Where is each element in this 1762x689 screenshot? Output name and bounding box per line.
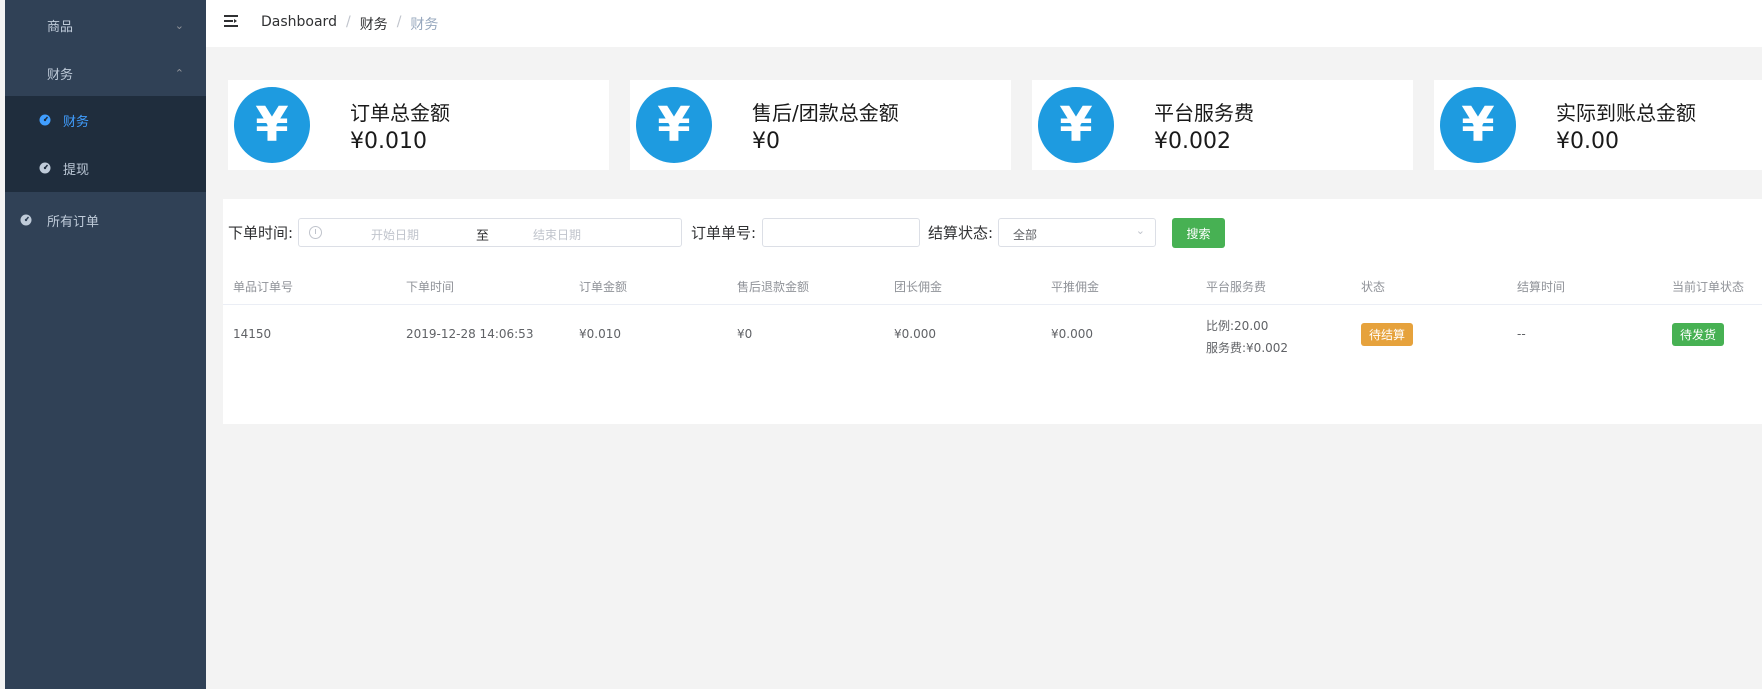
cell-order-no: 14150 bbox=[233, 327, 272, 341]
date-range-picker[interactable]: 开始日期 至 结束日期 bbox=[298, 218, 682, 247]
breadcrumb-finance[interactable]: 财务 bbox=[360, 14, 388, 34]
order-no-input[interactable] bbox=[762, 218, 920, 247]
yen-icon: ¥ bbox=[1440, 87, 1516, 163]
status-badge: 待结算 bbox=[1361, 323, 1414, 346]
dashboard-icon bbox=[39, 114, 51, 126]
column-header: 订单金额 bbox=[579, 280, 628, 294]
stat-card-value: ¥0.00 bbox=[1556, 129, 1619, 154]
breadcrumb-current: 财务 bbox=[410, 17, 439, 33]
table-divider bbox=[223, 304, 1762, 305]
cell-fee-ratio: 比例:20.00 bbox=[1206, 319, 1269, 333]
finance-table-panel: 下单时间: 开始日期 至 结束日期 订单单号: 结算状态: 全部 ⌄ 搜索 单品… bbox=[223, 199, 1762, 424]
column-header: 售后退款金额 bbox=[737, 280, 810, 294]
clock-icon bbox=[309, 226, 322, 239]
cell-leader-commission: ¥0.000 bbox=[894, 327, 936, 341]
chevron-down-icon: ⌄ bbox=[1135, 224, 1145, 237]
sidebar-item-finance-sub[interactable]: 财务 bbox=[5, 96, 206, 144]
column-header: 结算时间 bbox=[1517, 280, 1566, 294]
settle-status-label: 结算状态: bbox=[928, 224, 994, 242]
column-header: 平推佣金 bbox=[1051, 280, 1100, 294]
cell-push-commission: ¥0.000 bbox=[1051, 327, 1093, 341]
column-header: 平台服务费 bbox=[1206, 280, 1267, 294]
cell-settle-time: -- bbox=[1517, 327, 1526, 341]
stat-card-title: 售后/团款总金额 bbox=[752, 101, 899, 125]
dashboard-icon bbox=[20, 214, 32, 226]
column-header: 单品订单号 bbox=[233, 280, 294, 294]
finance-submenu: 财务 提现 bbox=[5, 96, 206, 192]
start-date-input[interactable]: 开始日期 bbox=[371, 226, 419, 243]
stat-card-platform-fee: ¥ 平台服务费 ¥0.002 bbox=[1032, 80, 1413, 170]
sidebar-item-label: 财务 bbox=[47, 67, 74, 83]
breadcrumb-dashboard[interactable]: Dashboard bbox=[261, 14, 337, 34]
breadcrumb: Dashboard / 财务 / 财务 bbox=[261, 14, 438, 34]
column-header: 下单时间 bbox=[406, 280, 455, 294]
end-date-input[interactable]: 结束日期 bbox=[533, 226, 581, 243]
yen-icon: ¥ bbox=[1038, 87, 1114, 163]
stat-card-order-total: ¥ 订单总金额 ¥0.010 bbox=[228, 80, 609, 170]
dashboard-icon bbox=[39, 162, 51, 174]
column-header: 团长佣金 bbox=[894, 280, 943, 294]
order-status-badge: 待发货 bbox=[1672, 323, 1725, 346]
cell-amount: ¥0.010 bbox=[579, 327, 621, 341]
stat-card-refund-total: ¥ 售后/团款总金额 ¥0 bbox=[630, 80, 1011, 170]
stat-card-value: ¥0.010 bbox=[350, 129, 427, 154]
cell-fee-amount: 服务费:¥0.002 bbox=[1206, 341, 1289, 355]
app-root: 商品 ⌄ 财务 ⌃ 财务 提现 所有订单 Dashboard / 财务 / 财务… bbox=[0, 0, 1762, 689]
settle-status-select[interactable]: 全部 ⌄ bbox=[998, 218, 1156, 247]
cell-refund: ¥0 bbox=[737, 327, 753, 341]
yen-icon: ¥ bbox=[234, 87, 310, 163]
sidebar-item-label: 提现 bbox=[63, 162, 90, 178]
cell-order-time: 2019-12-28 14:06:53 bbox=[406, 327, 534, 341]
stat-card-title: 订单总金额 bbox=[350, 101, 450, 125]
settle-status-value: 全部 bbox=[1013, 228, 1038, 242]
order-no-label: 订单单号: bbox=[691, 224, 757, 242]
stat-card-title: 平台服务费 bbox=[1154, 101, 1254, 125]
stat-card-value: ¥0.002 bbox=[1154, 129, 1231, 154]
navbar: Dashboard / 财务 / 财务 bbox=[206, 0, 1762, 47]
chevron-up-icon: ⌃ bbox=[174, 66, 184, 80]
sidebar-item-label: 所有订单 bbox=[47, 214, 100, 230]
sidebar: 商品 ⌄ 财务 ⌃ 财务 提现 所有订单 bbox=[5, 0, 206, 689]
search-button[interactable]: 搜索 bbox=[1172, 218, 1225, 248]
hamburger-icon[interactable] bbox=[223, 13, 239, 29]
column-header: 状态 bbox=[1361, 280, 1386, 294]
breadcrumb-separator: / bbox=[396, 14, 402, 30]
chevron-down-icon: ⌄ bbox=[174, 18, 184, 32]
sidebar-item-withdraw[interactable]: 提现 bbox=[5, 144, 206, 192]
date-range-separator: 至 bbox=[476, 229, 490, 244]
sidebar-item-label: 商品 bbox=[47, 19, 74, 35]
breadcrumb-separator: / bbox=[345, 14, 351, 30]
sidebar-item-goods[interactable]: 商品 ⌄ bbox=[5, 0, 206, 50]
yen-icon: ¥ bbox=[636, 87, 712, 163]
stat-card-actual-total: ¥ 实际到账总金额 ¥0.00 bbox=[1434, 80, 1762, 170]
stat-card-title: 实际到账总金额 bbox=[1556, 101, 1696, 125]
sidebar-item-finance[interactable]: 财务 ⌃ bbox=[5, 50, 206, 96]
sidebar-item-label: 财务 bbox=[63, 114, 90, 130]
stat-card-value: ¥0 bbox=[752, 129, 780, 154]
order-time-label: 下单时间: bbox=[228, 224, 294, 242]
column-header: 当前订单状态 bbox=[1672, 280, 1745, 294]
sidebar-item-all-orders[interactable]: 所有订单 bbox=[5, 192, 206, 248]
